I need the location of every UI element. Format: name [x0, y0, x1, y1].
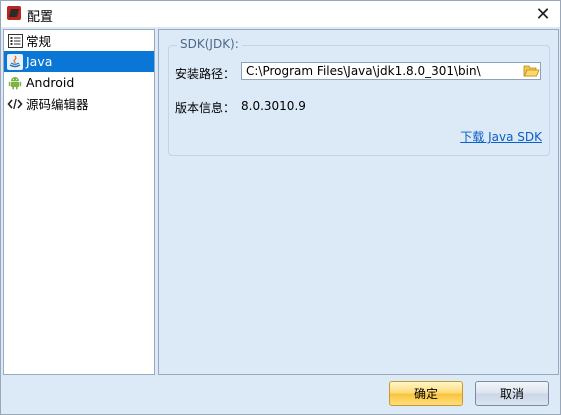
java-icon	[7, 53, 23, 70]
download-java-sdk-link[interactable]: 下载 Java SDK	[460, 128, 542, 145]
version-value: 8.0.3010.9	[241, 99, 306, 113]
install-path-field[interactable]: C:\Program Files\Java\jdk1.8.0_301\bin\	[241, 62, 541, 80]
sidebar-item-general[interactable]: 常规	[4, 30, 154, 51]
code-editor-icon	[7, 96, 23, 112]
general-list-icon	[7, 33, 23, 49]
close-button[interactable]: ✕	[526, 1, 560, 27]
title-bar: 配置 ✕	[1, 1, 560, 27]
window-title: 配置	[27, 10, 54, 25]
settings-panel: SDK(JDK): 安装路径： C:\Program Files\Java\jd…	[158, 29, 559, 375]
sidebar-item-label: 源码编辑器	[26, 97, 89, 112]
sidebar-item-code-editor[interactable]: 源码编辑器	[4, 93, 154, 114]
cancel-button[interactable]: 取消	[475, 381, 549, 406]
folder-open-icon[interactable]	[523, 63, 540, 79]
app-logo-icon	[7, 6, 21, 20]
category-sidebar: 常规 Java Android 源码编辑器	[3, 29, 155, 375]
android-icon	[7, 75, 23, 91]
install-path-label: 安装路径：	[175, 67, 236, 81]
sidebar-item-label: Android	[26, 75, 75, 90]
version-label: 版本信息：	[175, 101, 236, 115]
sidebar-item-java[interactable]: Java	[4, 51, 154, 72]
sidebar-item-android[interactable]: Android	[4, 72, 154, 93]
sidebar-item-label: Java	[26, 54, 53, 69]
sdk-group-title: SDK(JDK):	[177, 37, 242, 51]
config-dialog: 配置 ✕ 常规 Java Android 源码编辑器 SDK(JDK): 安装路…	[0, 0, 561, 415]
sidebar-item-label: 常规	[26, 34, 52, 49]
sdk-groupbox: SDK(JDK): 安装路径： C:\Program Files\Java\jd…	[168, 37, 550, 156]
ok-button[interactable]: 确定	[389, 381, 463, 406]
